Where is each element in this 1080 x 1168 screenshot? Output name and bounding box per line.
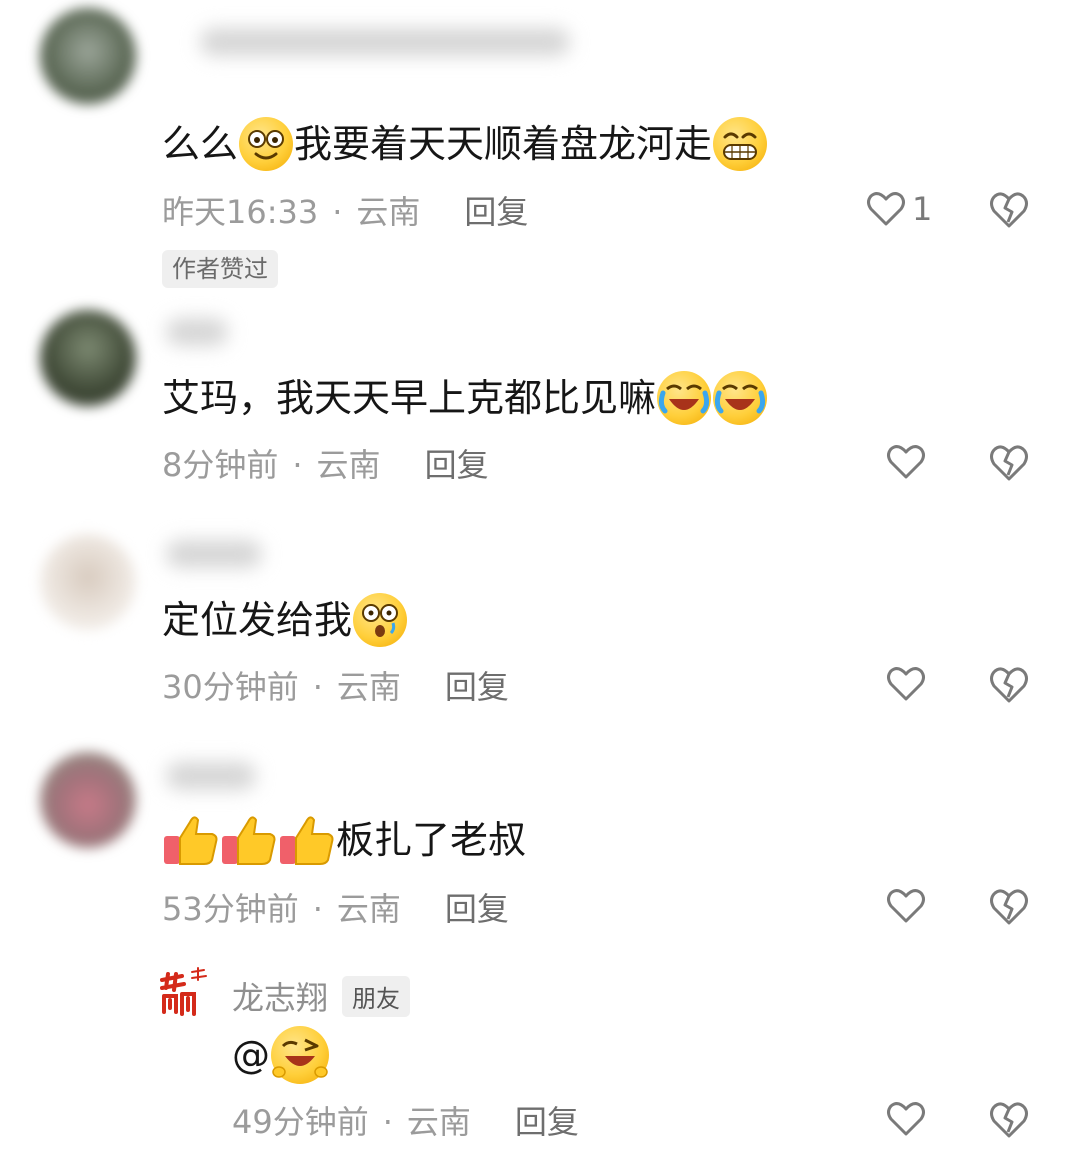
separator: · bbox=[332, 193, 343, 231]
reply-button[interactable]: 回复 bbox=[445, 887, 509, 931]
heart-outline-icon bbox=[887, 1102, 925, 1136]
dislike-button[interactable] bbox=[988, 190, 1030, 234]
like-count: 1 bbox=[912, 190, 933, 228]
comment-text: 艾玛，我天天早上克都比见嘛 bbox=[162, 370, 768, 426]
comment-text: 么么 我要着天天顺着盘龙河走 bbox=[162, 116, 768, 172]
grin-emoji-icon bbox=[713, 117, 768, 171]
comment-meta: 昨天16:33 · 云南 回复 bbox=[162, 190, 528, 234]
heart-outline-icon bbox=[887, 667, 925, 701]
separator: · bbox=[292, 446, 303, 484]
author-liked-tag: 作者赞过 bbox=[162, 250, 278, 288]
broken-heart-icon bbox=[990, 192, 1028, 228]
dislike-button[interactable] bbox=[988, 1100, 1030, 1144]
timestamp: 53分钟前 bbox=[162, 890, 299, 928]
laugh-cry-emoji-icon bbox=[713, 371, 768, 425]
broken-heart-icon bbox=[990, 667, 1028, 703]
thumbs-up-emoji-icon bbox=[278, 812, 336, 868]
avatar[interactable] bbox=[40, 752, 136, 848]
avatar[interactable] bbox=[40, 8, 136, 104]
broken-heart-icon bbox=[990, 445, 1028, 481]
reply-author-name[interactable]: 龙志翔 bbox=[232, 973, 328, 1019]
comment-text: 定位发给我 bbox=[162, 592, 408, 648]
location: 云南 bbox=[316, 446, 381, 484]
separator: · bbox=[312, 668, 323, 706]
username-blurred[interactable] bbox=[166, 318, 228, 346]
comment-meta: 8分钟前 · 云南 回复 bbox=[162, 443, 489, 487]
friend-badge: 朋友 bbox=[342, 975, 411, 1017]
like-button[interactable] bbox=[886, 665, 926, 703]
like-button[interactable]: 1 bbox=[866, 190, 932, 228]
timestamp: 8分钟前 bbox=[162, 446, 279, 484]
reply-author: 龙志翔 朋友 bbox=[232, 973, 411, 1019]
comment-meta: 30分钟前 · 云南 回复 bbox=[162, 665, 509, 709]
reply-button[interactable]: 回复 bbox=[464, 190, 528, 234]
reply-button[interactable]: 回复 bbox=[515, 1100, 579, 1144]
location: 云南 bbox=[336, 890, 401, 928]
timestamp: 30分钟前 bbox=[162, 668, 299, 706]
smile-emoji-icon bbox=[239, 117, 294, 171]
like-button[interactable] bbox=[886, 887, 926, 925]
heart-outline-icon bbox=[867, 192, 905, 226]
username-blurred[interactable] bbox=[200, 28, 570, 56]
broken-heart-icon bbox=[990, 889, 1028, 925]
comment-meta: 53分钟前 · 云南 回复 bbox=[162, 887, 509, 931]
like-button[interactable] bbox=[886, 1100, 926, 1138]
reply-avatar-logo[interactable] bbox=[158, 966, 210, 1018]
timestamp: 昨天16:33 bbox=[162, 193, 319, 231]
thumbs-up-emoji-icon bbox=[220, 812, 278, 868]
dislike-button[interactable] bbox=[988, 665, 1030, 709]
reply-text: @ bbox=[232, 1026, 330, 1084]
heart-outline-icon bbox=[887, 445, 925, 479]
dislike-button[interactable] bbox=[988, 443, 1030, 487]
reply-button[interactable]: 回复 bbox=[445, 665, 509, 709]
reply-meta: 49分钟前 · 云南 回复 bbox=[232, 1100, 579, 1144]
avatar[interactable] bbox=[40, 534, 136, 630]
avatar[interactable] bbox=[40, 310, 136, 406]
broken-heart-icon bbox=[990, 1102, 1028, 1138]
separator: · bbox=[382, 1103, 393, 1141]
location: 云南 bbox=[356, 193, 421, 231]
separator: · bbox=[312, 890, 323, 928]
like-button[interactable] bbox=[886, 443, 926, 481]
username-blurred[interactable] bbox=[166, 762, 256, 790]
thumbs-up-emoji-icon bbox=[162, 812, 220, 868]
reply-button[interactable]: 回复 bbox=[425, 443, 489, 487]
location: 云南 bbox=[406, 1103, 471, 1141]
timestamp: 49分钟前 bbox=[232, 1103, 369, 1141]
laugh-cry-emoji-icon bbox=[657, 371, 712, 425]
username-blurred[interactable] bbox=[166, 540, 262, 568]
heart-outline-icon bbox=[887, 889, 925, 923]
comment-text: 板扎了老叔 bbox=[162, 812, 526, 868]
wink-emoji-icon bbox=[271, 1026, 329, 1084]
surprised-emoji-icon bbox=[353, 593, 408, 647]
dislike-button[interactable] bbox=[988, 887, 1030, 931]
location: 云南 bbox=[336, 668, 401, 706]
